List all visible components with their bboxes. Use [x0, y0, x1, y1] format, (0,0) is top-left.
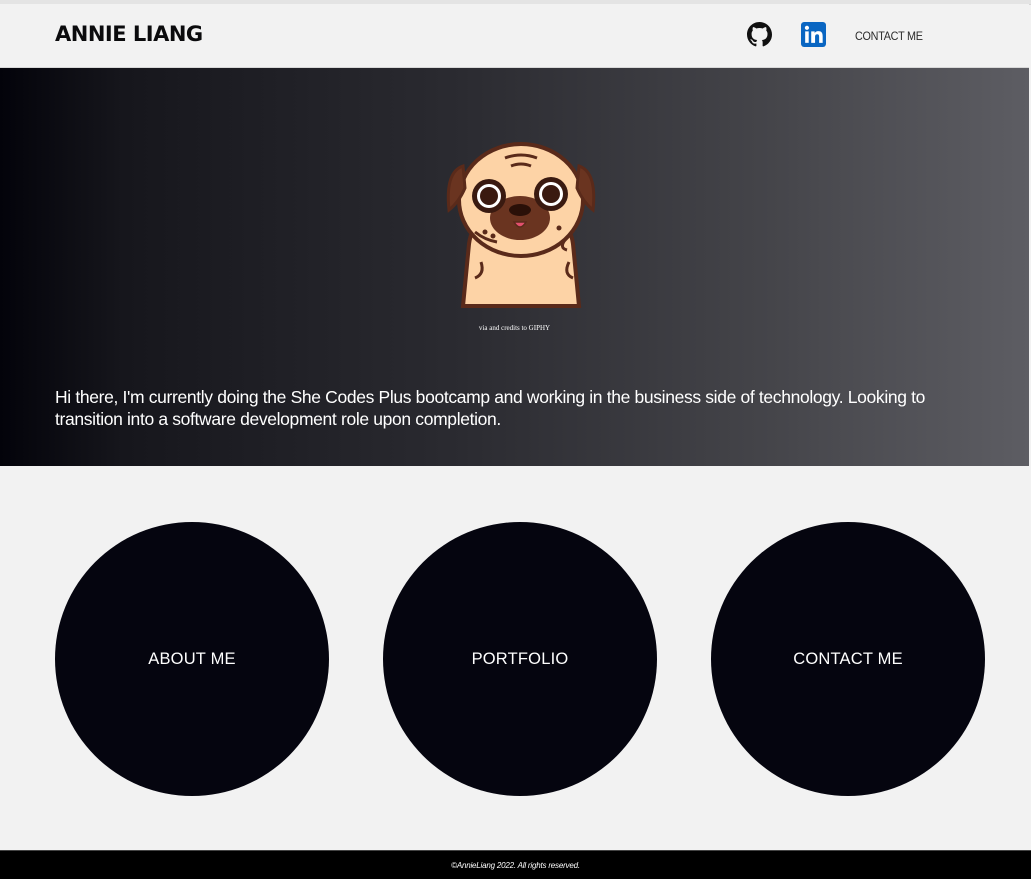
copyright-text: ©AnnieLiang 2022. All rights reserved. — [451, 860, 580, 870]
nav-contact-link[interactable]: CONTACT ME — [855, 29, 923, 43]
navbar: ANNIE LIANG CONTACT ME — [0, 4, 1029, 68]
linkedin-icon[interactable] — [801, 22, 826, 47]
github-icon[interactable] — [747, 22, 772, 47]
about-me-button[interactable]: ABOUT ME — [55, 522, 329, 796]
brand-logo[interactable]: ANNIE LIANG — [55, 22, 203, 46]
about-me-label: ABOUT ME — [148, 649, 236, 668]
contact-me-button[interactable]: CONTACT ME — [711, 522, 985, 796]
intro-text: Hi there, I'm currently doing the She Co… — [55, 386, 926, 429]
contact-me-label: CONTACT ME — [793, 649, 903, 668]
hero-banner: via and credits to GIPHY Hi there, I'm c… — [0, 68, 1029, 466]
portfolio-button[interactable]: PORTFOLIO — [383, 522, 657, 796]
pug-gif — [441, 132, 601, 308]
portfolio-label: PORTFOLIO — [471, 649, 569, 668]
footer: ©AnnieLiang 2022. All rights reserved. — [0, 850, 1031, 879]
giphy-credit: via and credits to GIPHY — [478, 324, 551, 332]
